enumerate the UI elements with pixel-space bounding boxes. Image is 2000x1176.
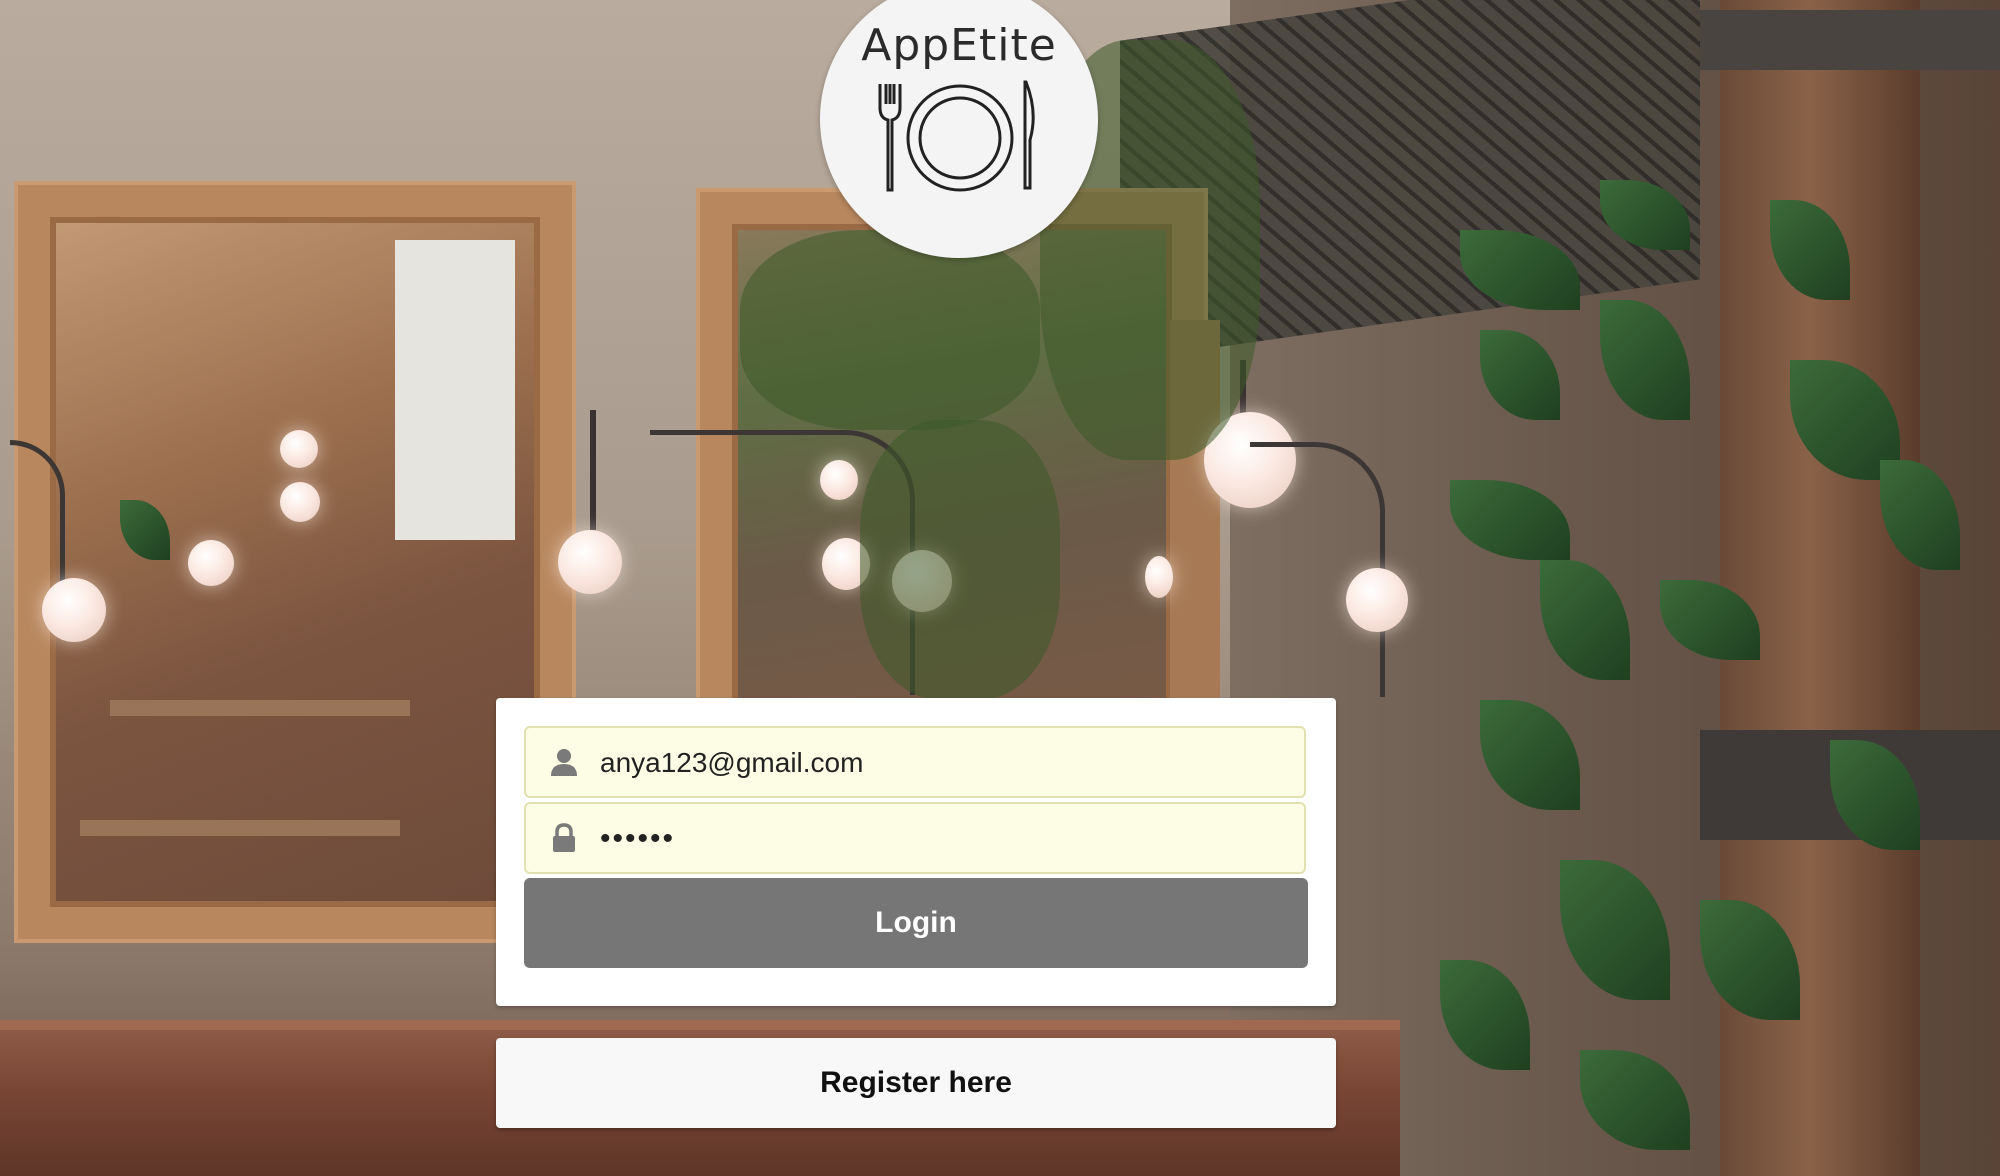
background-table [80, 820, 400, 836]
plate-fork-knife-icon [878, 80, 1035, 192]
email-field [524, 726, 1306, 798]
password-field [524, 802, 1306, 874]
background-bulb [1346, 568, 1408, 632]
login-button[interactable]: Login [524, 878, 1308, 968]
background-band [1700, 10, 2000, 70]
background-plant [740, 230, 1040, 430]
login-form: Login [496, 698, 1336, 1006]
background-bulb [280, 430, 318, 468]
background-bulb [558, 530, 622, 594]
background-bulb [42, 578, 106, 642]
background-bulb [820, 460, 858, 500]
password-input[interactable] [598, 804, 1292, 874]
background-plant [860, 420, 1060, 700]
background-bulb [1145, 556, 1173, 598]
background-bulb [188, 540, 234, 586]
lock-icon [553, 823, 575, 852]
logo-title: AppEtite [861, 20, 1057, 71]
background-bulb [280, 482, 320, 522]
register-button[interactable]: Register here [496, 1038, 1336, 1128]
email-input[interactable] [598, 728, 1292, 798]
user-icon [551, 749, 577, 776]
background-lamp-stem [590, 410, 596, 530]
background-table [110, 700, 410, 716]
background-window [395, 240, 515, 540]
